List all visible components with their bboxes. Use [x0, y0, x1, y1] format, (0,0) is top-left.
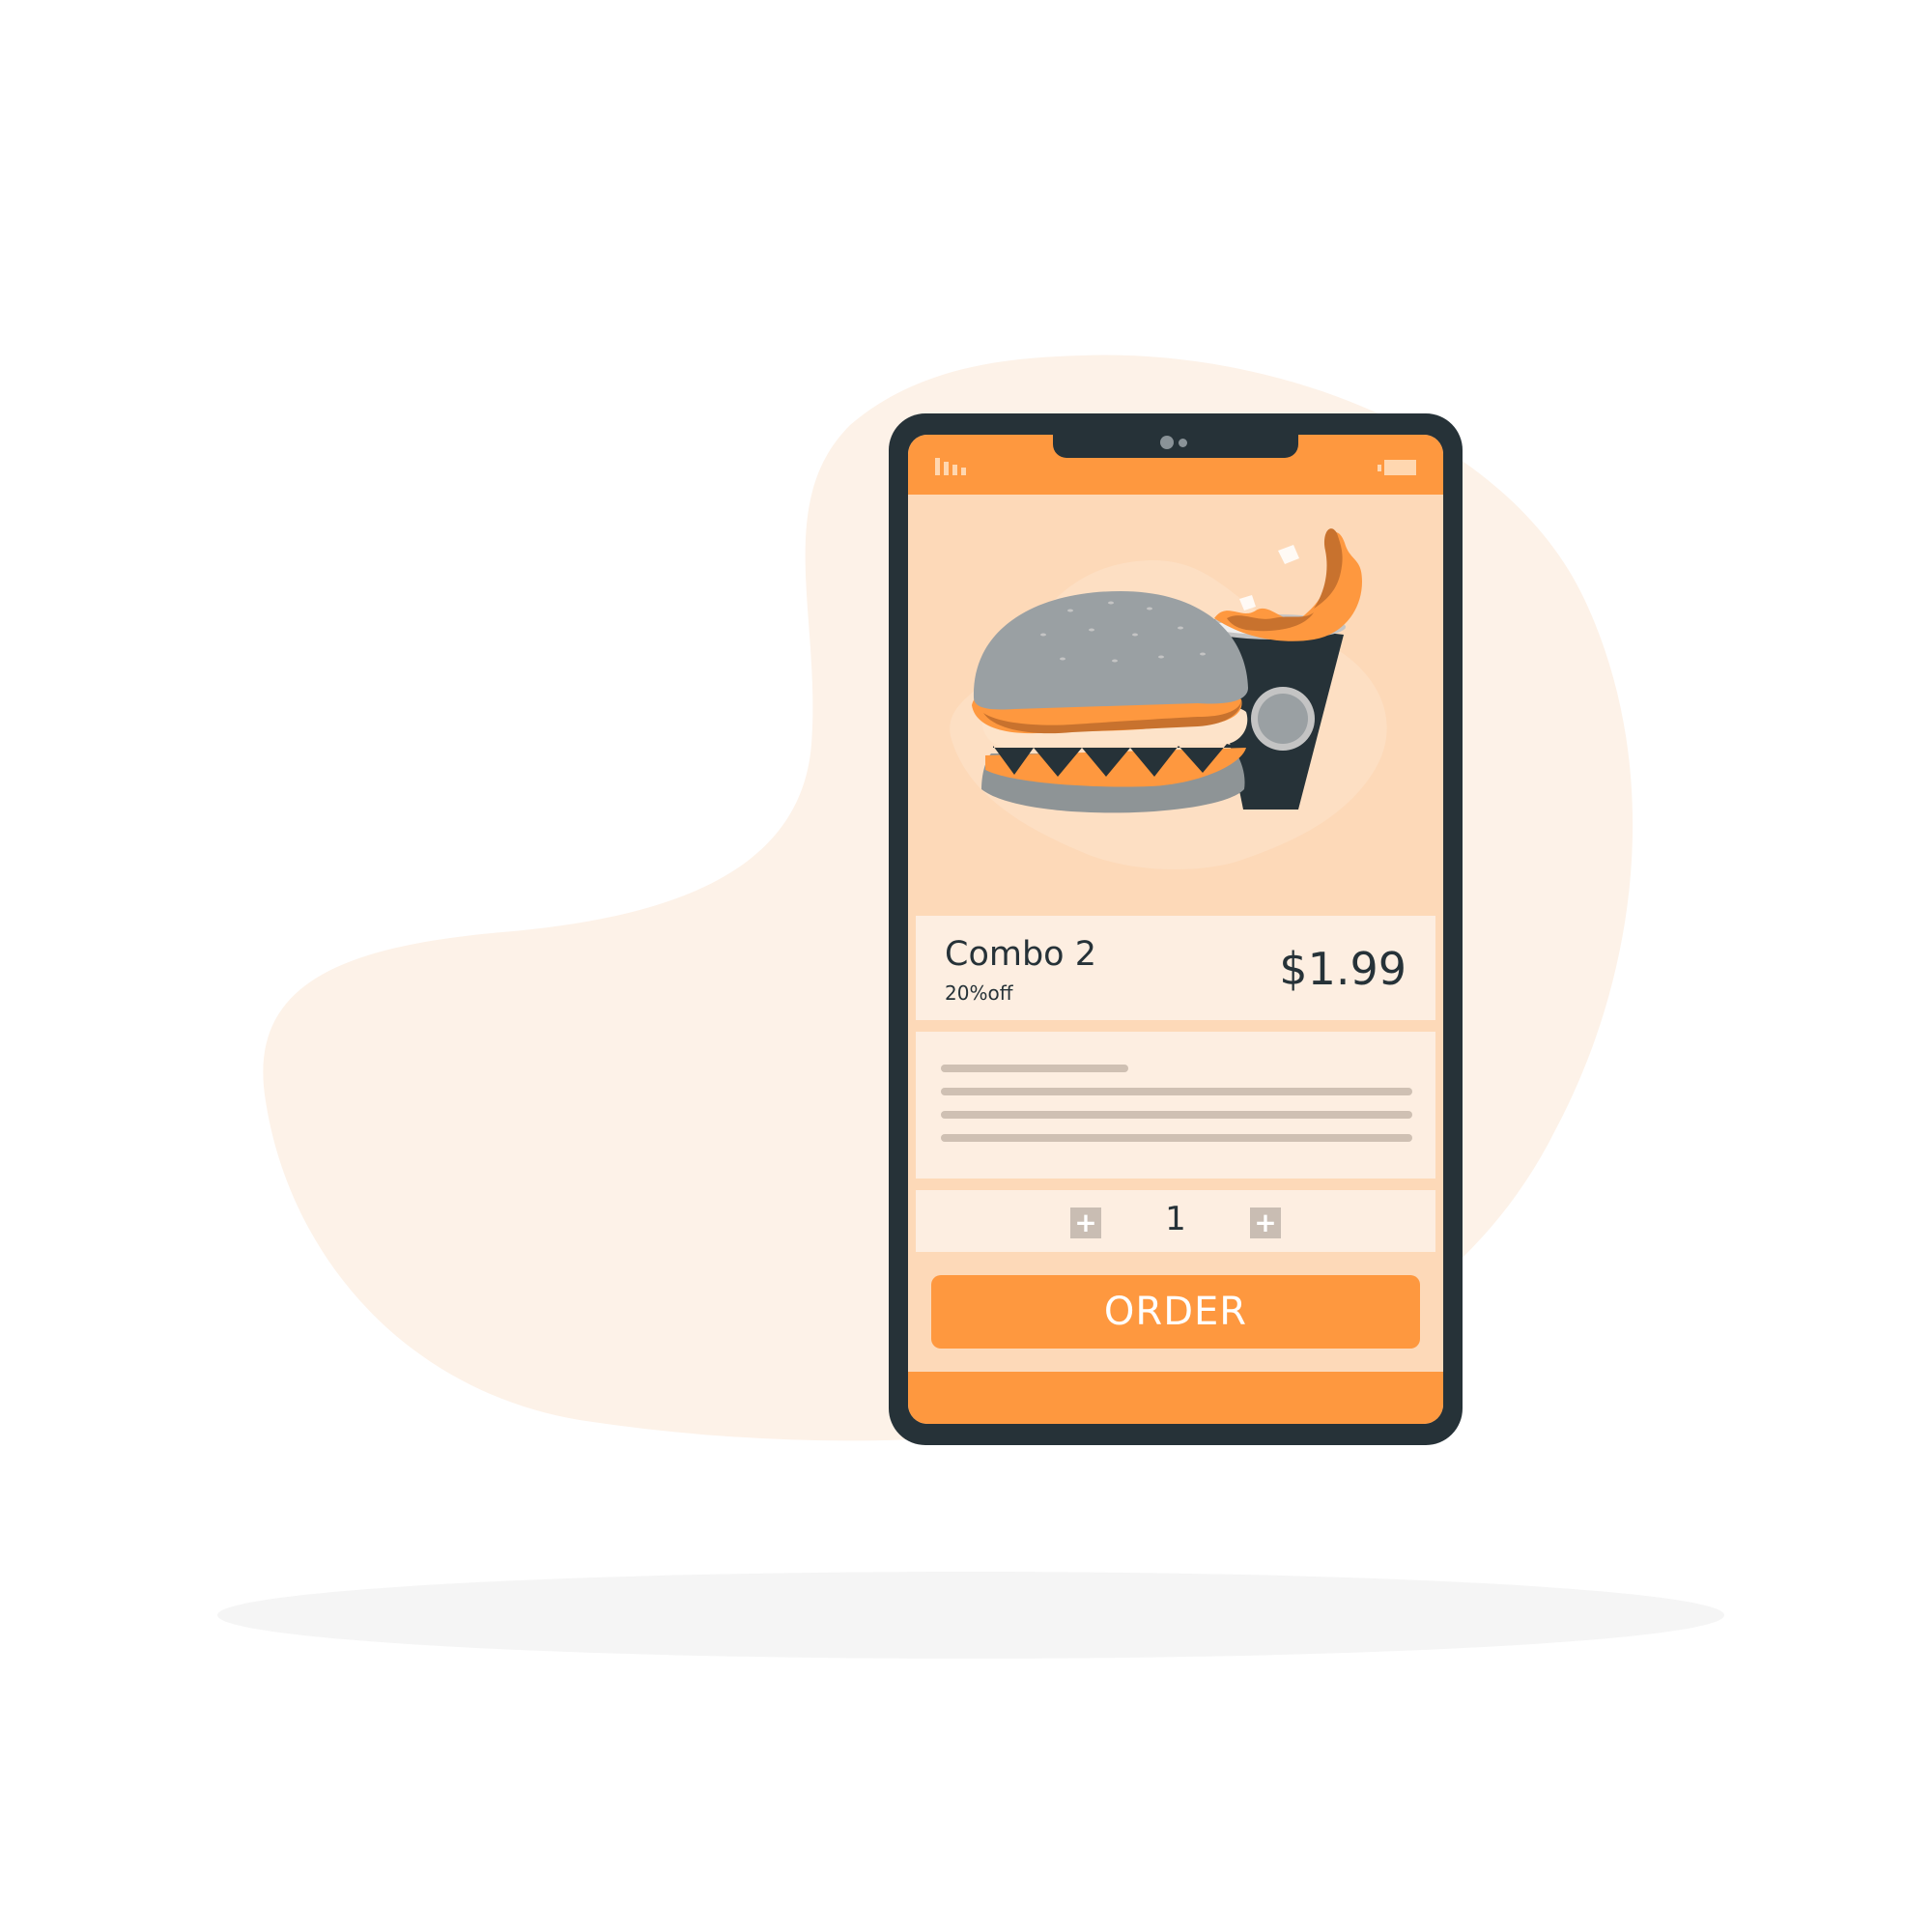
product-price: $1.99 [1279, 943, 1406, 995]
illustration-scene: Combo 2 20%off $1.99 + 1 + ORDER [0, 0, 1932, 1932]
description-placeholder-line [941, 1111, 1412, 1119]
burger-icon [972, 591, 1248, 813]
quantity-increase-button[interactable]: + [1250, 1208, 1281, 1238]
sensor-icon [1179, 439, 1187, 447]
phone-notch [1053, 435, 1298, 458]
phone-screen: Combo 2 20%off $1.99 + 1 + ORDER [908, 435, 1443, 1424]
floor-shadow [217, 1572, 1724, 1659]
product-info-card: Combo 2 20%off $1.99 [916, 916, 1435, 1020]
discount-label: 20%off [945, 981, 1013, 1005]
phone-frame: Combo 2 20%off $1.99 + 1 + ORDER [889, 413, 1463, 1445]
description-placeholder-line [941, 1134, 1412, 1142]
signal-bars-icon [935, 458, 976, 475]
camera-icon [1160, 436, 1174, 449]
product-name: Combo 2 [945, 935, 1096, 974]
burger-and-drink-illustration [950, 528, 1387, 870]
quantity-decrease-button[interactable]: + [1070, 1208, 1101, 1238]
status-bar [908, 435, 1443, 495]
battery-icon [1378, 460, 1416, 475]
bottom-bar [908, 1372, 1443, 1424]
order-button[interactable]: ORDER [931, 1275, 1420, 1349]
product-description-card [916, 1032, 1435, 1179]
description-placeholder-line [941, 1088, 1412, 1095]
quantity-value: 1 [1165, 1200, 1186, 1238]
description-placeholder-line [941, 1065, 1128, 1072]
quantity-stepper: + 1 + [916, 1190, 1435, 1252]
